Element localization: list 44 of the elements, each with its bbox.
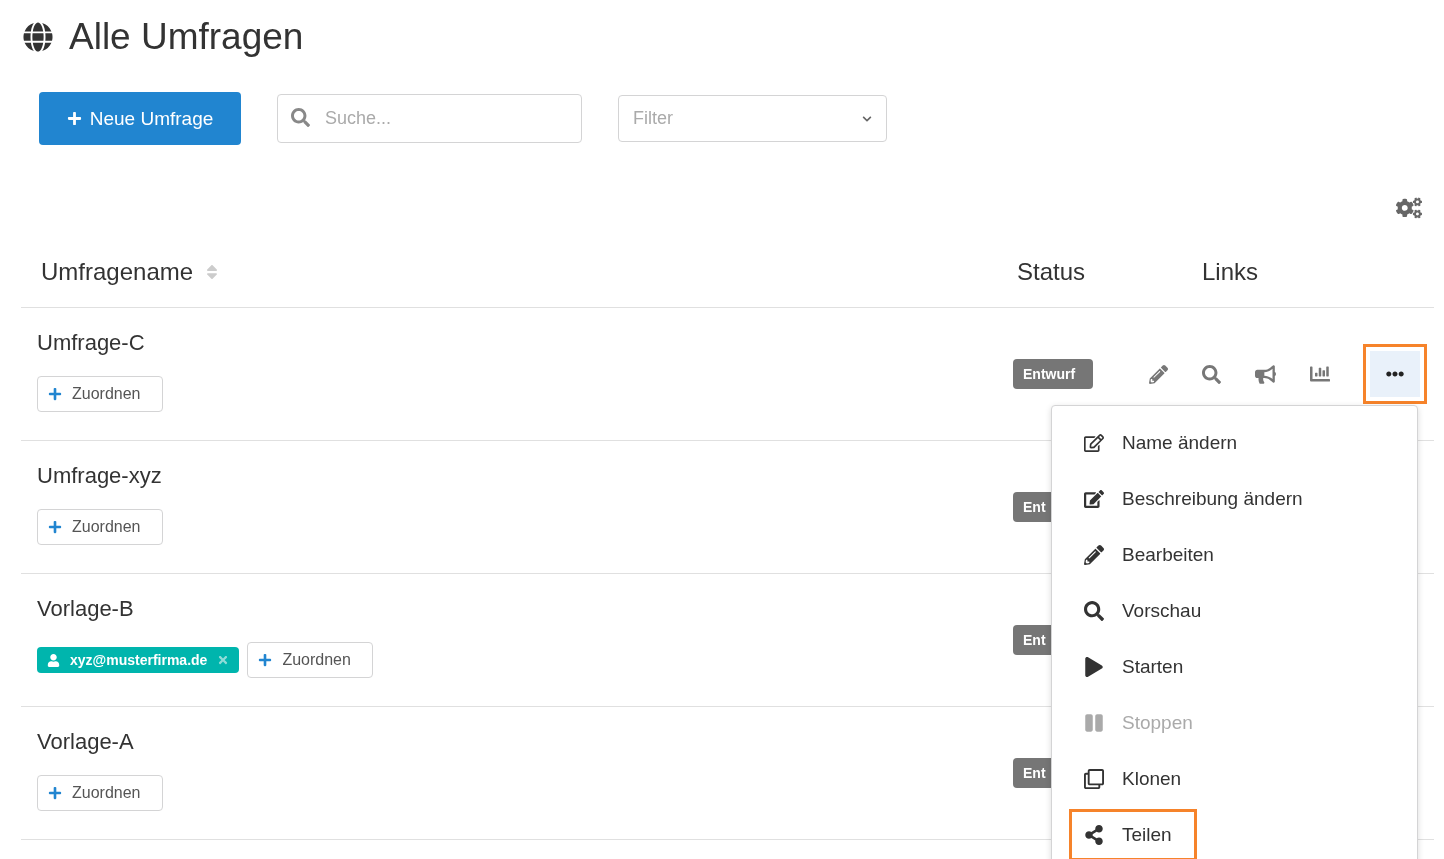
menu-item[interactable]: Beschreibung ändern (1072, 476, 1325, 522)
column-header: Links (1202, 258, 1260, 286)
search-icon (1084, 601, 1104, 621)
page-title: Alle Umfragen (69, 16, 304, 58)
survey-name: Vorlage-B (37, 596, 135, 622)
column-header: Status (1017, 258, 1087, 286)
share-icon (1084, 825, 1104, 845)
plus-icon (48, 786, 62, 800)
search-icon (291, 108, 310, 127)
search-field[interactable]: Suche... (277, 94, 582, 143)
plus-icon (48, 520, 62, 534)
bar-chart-icon[interactable] (1310, 364, 1330, 384)
assign-button[interactable]: Zuordnen (247, 642, 373, 678)
user-icon (47, 653, 60, 667)
column-header[interactable]: Umfragename (41, 258, 194, 286)
menu-item[interactable]: Klonen (1072, 756, 1204, 802)
survey-name: Umfrage-xyz (37, 463, 163, 489)
megaphone-icon[interactable] (1255, 363, 1276, 385)
menu-item[interactable]: Vorschau (1072, 588, 1224, 634)
status-badge: Entwurf (1013, 359, 1093, 389)
survey-name: Vorlage-A (37, 729, 135, 755)
menu-item[interactable]: Teilen (1072, 812, 1194, 858)
menu-item[interactable]: Starten (1072, 644, 1206, 690)
pause-icon (1084, 713, 1104, 733)
chevron-down-icon (862, 113, 872, 124)
plus-icon (66, 111, 82, 126)
plus-icon (258, 653, 273, 667)
assign-button[interactable]: Zuordnen (37, 376, 163, 412)
pencil-icon (1084, 545, 1104, 565)
globe-icon (23, 22, 53, 52)
menu-item[interactable]: Bearbeiten (1072, 532, 1236, 578)
play-icon (1084, 657, 1104, 677)
assign-button[interactable]: Zuordnen (37, 775, 163, 811)
copy-icon (1084, 769, 1104, 789)
assignee-tag: xyz@musterfirma.de (37, 647, 240, 673)
survey-name: Umfrage-C (37, 330, 146, 356)
pencil-icon[interactable] (1149, 364, 1168, 384)
new-survey-button[interactable]: Neue Umfrage (39, 92, 241, 145)
more-button[interactable] (1363, 344, 1427, 404)
settings-icon[interactable] (1396, 195, 1422, 221)
menu-item[interactable]: Name ändern (1072, 420, 1260, 466)
search-icon[interactable] (1202, 364, 1221, 384)
assign-button[interactable]: Zuordnen (37, 509, 163, 545)
plus-icon (48, 387, 62, 401)
